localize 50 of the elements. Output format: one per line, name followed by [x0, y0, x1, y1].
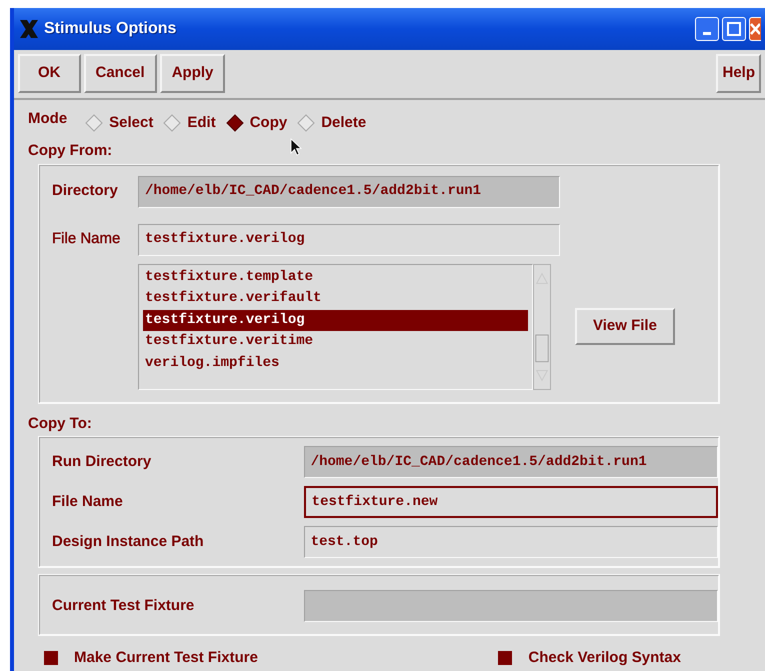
field-label: Design Instance Path: [52, 532, 205, 552]
mode-radio[interactable]: Select: [85, 112, 154, 134]
minimize-icon: [703, 32, 711, 34]
maximize-icon: [727, 22, 741, 36]
field-label: File Name: [52, 492, 124, 512]
file-list-item[interactable]: testfixture.veritime: [143, 331, 528, 352]
file-list-item[interactable]: testfixture.template: [143, 266, 528, 288]
section-title: Copy From:: [28, 142, 112, 159]
field-label: File Name: [52, 229, 122, 250]
mode-radio[interactable]: Edit: [163, 112, 216, 134]
text-field[interactable]: testfixture.new: [304, 486, 718, 518]
cancel-button[interactable]: Cancel: [84, 54, 157, 92]
x-logo-icon: [18, 19, 40, 39]
minimize-button[interactable]: [695, 17, 719, 41]
radio-diamond-icon: [297, 114, 316, 132]
directory-field[interactable]: /home/elb/IC_CAD/cadence1.5/add2bit.run1: [138, 176, 560, 208]
radio-diamond-icon: [85, 114, 104, 132]
checkbox-option[interactable]: Check Verilog Syntax: [498, 647, 681, 670]
file-list-item[interactable]: testfixture.verifault: [143, 288, 528, 310]
radio-diamond-icon: [163, 114, 182, 132]
mode-radio[interactable]: Delete: [297, 112, 366, 134]
file-list-item[interactable]: testfixture.verilog: [143, 310, 528, 331]
file-list-item[interactable]: verilog.impfiles: [143, 352, 528, 374]
checkbox[interactable]: [44, 651, 58, 666]
help-button[interactable]: Help: [716, 54, 761, 92]
text-field[interactable]: test.top: [304, 526, 718, 558]
ok-button[interactable]: OK: [18, 54, 80, 92]
view-file-button[interactable]: View File: [575, 308, 675, 345]
mode-radio[interactable]: Copy: [226, 112, 288, 134]
checkbox-label: Make Current Test Fixture: [74, 648, 258, 668]
field-label: Current Test Fixture: [52, 596, 196, 616]
field-label: Directory: [52, 181, 119, 202]
radio-diamond-icon: [226, 114, 244, 132]
apply-button[interactable]: Apply: [160, 54, 226, 92]
scrollbar[interactable]: [533, 264, 551, 390]
checkbox-option[interactable]: Make Current Test Fixture: [44, 647, 258, 670]
mode-label: Mode: [28, 108, 68, 128]
file-name-field[interactable]: testfixture.verilog: [138, 224, 560, 256]
window-title: Stimulus Options: [44, 19, 176, 39]
close-icon: [750, 22, 760, 36]
field-label: Run Directory: [52, 452, 152, 472]
section-title: Copy To:: [28, 414, 92, 432]
text-field[interactable]: /home/elb/IC_CAD/cadence1.5/add2bit.run1: [304, 446, 718, 478]
close-button[interactable]: [749, 17, 761, 41]
file-list[interactable]: testfixture.template testfixture.verifault testfixture.verilog testfixture.veritime verilog.impfiles: [138, 264, 533, 390]
checkbox[interactable]: [498, 651, 512, 666]
current-test-fixture-field[interactable]: [304, 590, 718, 622]
mouse-pointer-icon: [290, 138, 302, 156]
maximize-button[interactable]: [722, 17, 746, 41]
checkbox-label: Check Verilog Syntax: [528, 648, 681, 668]
